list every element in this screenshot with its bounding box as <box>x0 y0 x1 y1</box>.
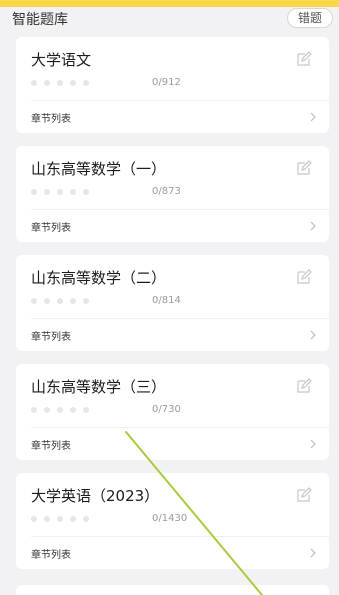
progress-count: 0/1430 <box>152 513 188 524</box>
chevron-right-icon <box>309 547 317 559</box>
chapter-list-row[interactable]: 章节列表 <box>16 537 329 569</box>
rating-dot <box>44 189 50 195</box>
rating-dot <box>70 407 76 413</box>
chevron-right-icon <box>309 438 317 450</box>
chevron-right-icon <box>309 220 317 232</box>
rating-dot <box>83 80 89 86</box>
subject-title: 山东高等数学（一） <box>31 160 167 178</box>
rating-dot <box>44 516 50 522</box>
header: 智能题库 错题 <box>0 7 339 31</box>
rating-dot <box>70 189 76 195</box>
edit-icon[interactable] <box>296 160 312 176</box>
chevron-right-icon <box>309 329 317 341</box>
rating-dot <box>44 80 50 86</box>
rating-dots <box>31 80 89 86</box>
rating-dot <box>83 407 89 413</box>
subject-title: 大学英语（2023） <box>31 487 160 505</box>
top-accent-bar <box>0 0 339 7</box>
rating-dot <box>83 298 89 304</box>
page-title: 智能题库 <box>12 12 68 28</box>
progress-count: 0/873 <box>152 186 181 197</box>
rating-dots <box>31 189 89 195</box>
progress-count: 0/730 <box>152 404 181 415</box>
rating-dot <box>57 298 63 304</box>
chapter-list-row[interactable]: 章节列表 <box>16 428 329 460</box>
chevron-right-icon <box>309 111 317 123</box>
edit-icon[interactable] <box>296 378 312 394</box>
rating-dot <box>44 298 50 304</box>
chapter-list-label: 章节列表 <box>31 114 71 125</box>
subject-card[interactable]: 山东高等数学（二） 0/814 章节列表 <box>16 255 329 351</box>
rating-dot <box>31 516 37 522</box>
wrong-questions-button[interactable]: 错题 <box>286 8 333 28</box>
rating-dot <box>57 407 63 413</box>
rating-dot <box>57 80 63 86</box>
edit-icon[interactable] <box>296 269 312 285</box>
question-bank-page: 智能题库 错题 大学语文 0/912 章节列表 山东高等数学（一） 0/873 … <box>0 0 339 595</box>
subject-card[interactable]: 山东高等数学（一） 0/873 章节列表 <box>16 146 329 242</box>
rating-dot <box>57 189 63 195</box>
subject-card[interactable]: 大学语文 0/912 章节列表 <box>16 37 329 133</box>
rating-dot <box>44 407 50 413</box>
chapter-list-row[interactable]: 章节列表 <box>16 101 329 133</box>
subject-title: 山东高等数学（三） <box>31 378 167 396</box>
rating-dot <box>70 516 76 522</box>
chapter-list-label: 章节列表 <box>31 550 71 561</box>
rating-dot <box>31 407 37 413</box>
subject-card-partial[interactable] <box>16 585 329 595</box>
chapter-list-row[interactable]: 章节列表 <box>16 210 329 242</box>
chapter-list-row[interactable]: 章节列表 <box>16 319 329 351</box>
subject-card[interactable]: 山东高等数学（三） 0/730 章节列表 <box>16 364 329 460</box>
rating-dot <box>57 516 63 522</box>
subject-title: 山东高等数学（二） <box>31 269 167 287</box>
rating-dot <box>31 298 37 304</box>
progress-count: 0/912 <box>152 77 181 88</box>
subject-card[interactable]: 大学英语（2023） 0/1430 章节列表 <box>16 473 329 569</box>
rating-dot <box>31 189 37 195</box>
rating-dot <box>31 80 37 86</box>
chapter-list-label: 章节列表 <box>31 332 71 343</box>
rating-dots <box>31 516 89 522</box>
edit-icon[interactable] <box>296 51 312 67</box>
chapter-list-label: 章节列表 <box>31 441 71 452</box>
progress-count: 0/814 <box>152 295 181 306</box>
rating-dot <box>83 189 89 195</box>
subject-title: 大学语文 <box>31 51 92 69</box>
edit-icon[interactable] <box>296 487 312 503</box>
chapter-list-label: 章节列表 <box>31 223 71 234</box>
rating-dot <box>83 516 89 522</box>
rating-dots <box>31 298 89 304</box>
rating-dot <box>70 298 76 304</box>
rating-dot <box>70 80 76 86</box>
rating-dots <box>31 407 89 413</box>
